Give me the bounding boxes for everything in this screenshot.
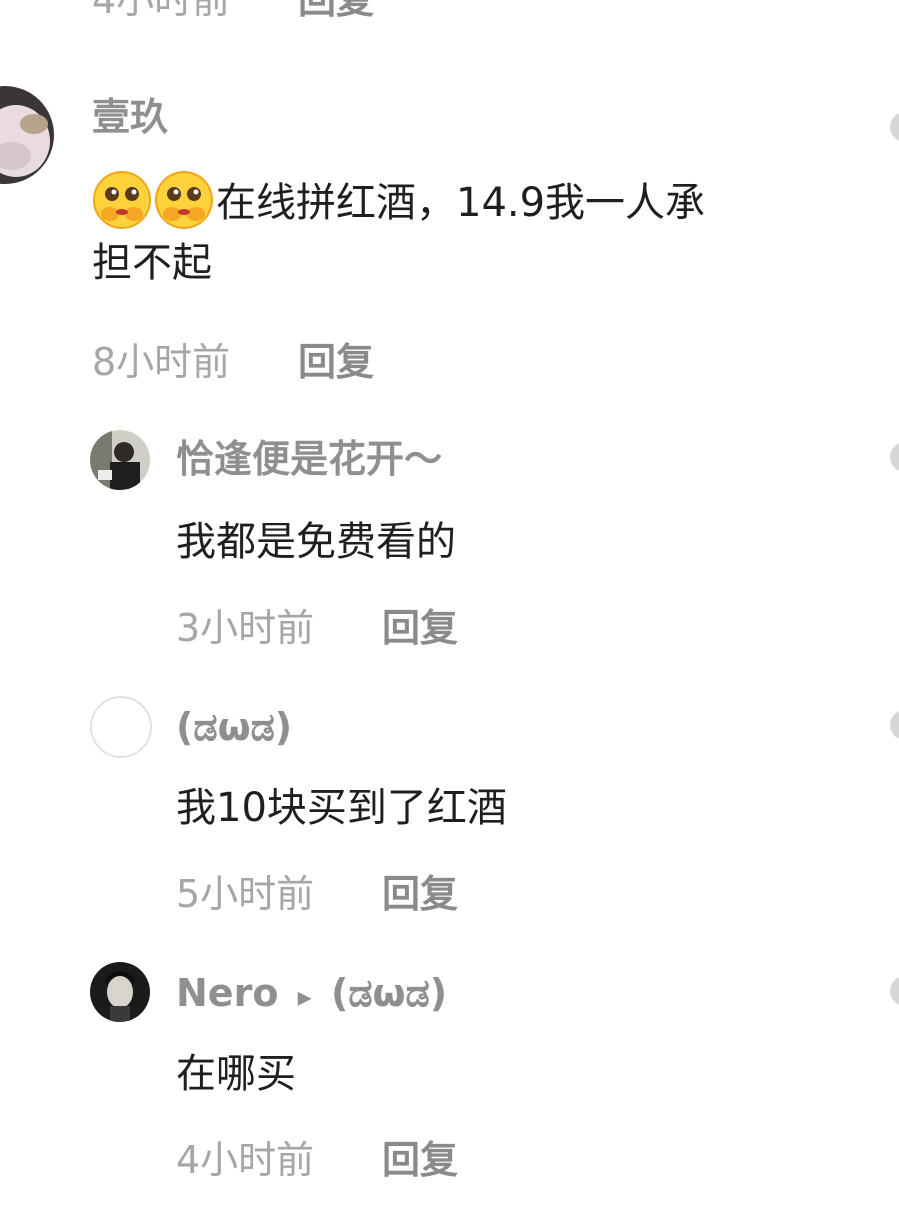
reply-time: 4小时前	[176, 1138, 315, 1182]
comment-time: 8小时前	[92, 340, 231, 384]
reply-username[interactable]: Nero	[176, 971, 278, 1015]
like-icon[interactable]	[890, 710, 899, 740]
reply-time: 3小时前	[176, 606, 315, 650]
reply-button[interactable]: 回复	[298, 340, 374, 384]
avatar[interactable]	[90, 696, 152, 758]
reply-username[interactable]: (ಡωಡ)	[176, 704, 292, 750]
comment-text: 在线拼红酒，14.9我一人承 担不起	[92, 170, 852, 293]
comment-time: 4小时前	[92, 0, 231, 22]
comment-username[interactable]: 壹玖	[92, 94, 168, 140]
avatar[interactable]	[0, 86, 54, 184]
like-icon[interactable]	[890, 976, 899, 1006]
reply-text: 在哪买	[176, 1051, 296, 1097]
like-icon[interactable]	[890, 112, 899, 142]
reply-arrow-icon: ▸	[297, 980, 312, 1013]
reply-button[interactable]: 回复	[382, 1138, 458, 1182]
reply-to-username[interactable]: (ಡωಡ)	[331, 971, 447, 1015]
reply-time: 5小时前	[176, 872, 315, 916]
pleading-face-icon	[154, 170, 214, 230]
reply-button[interactable]: 回复	[382, 606, 458, 650]
avatar[interactable]	[90, 430, 150, 490]
reply-username-row: Nero ▸ (ಡωಡ)	[176, 970, 447, 1020]
reply-button[interactable]: 回复	[298, 0, 374, 22]
like-icon[interactable]	[890, 442, 899, 472]
comment-text-line2: 担不起	[92, 240, 212, 286]
reply-button[interactable]: 回复	[382, 872, 458, 916]
comment-text-line1: 在线拼红酒，14.9我一人承	[216, 180, 706, 226]
reply-username[interactable]: 恰逢便是花开～	[176, 436, 442, 482]
reply-text: 我都是免费看的	[176, 519, 456, 565]
pleading-face-icon	[92, 170, 152, 230]
avatar[interactable]	[90, 962, 150, 1022]
reply-text: 我10块买到了红酒	[176, 785, 507, 831]
